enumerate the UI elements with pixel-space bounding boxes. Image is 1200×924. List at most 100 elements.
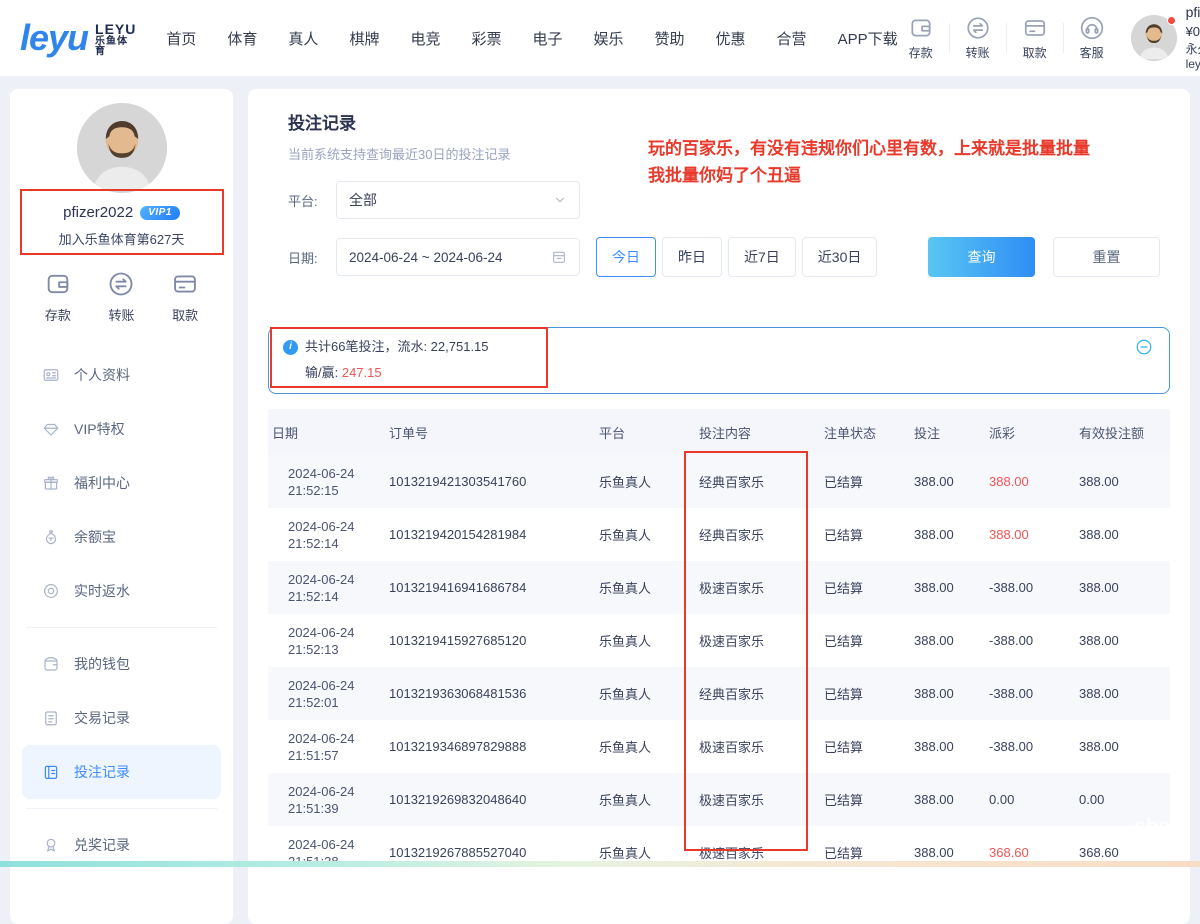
cell-bet-amount: 388.00 [910, 527, 985, 542]
sidebar-item-welfare[interactable]: 福利中心 [10, 456, 233, 510]
cell-platform: 乐鱼真人 [595, 472, 695, 491]
cell-status: 已结算 [820, 843, 910, 862]
cell-bet-amount: 388.00 [910, 739, 985, 754]
sidebar-item-wallet[interactable]: 我的钱包 [10, 637, 233, 691]
sidebar-transfer-button[interactable]: 转账 [107, 270, 135, 324]
sidebar-item-rebate[interactable]: 实时返水 [10, 564, 233, 618]
column-header: 投注 [910, 423, 985, 442]
wallet-icon [42, 655, 60, 673]
sidebar-menu: 个人资料 VIP特权 福利中心 余额宝 实时返水 我的钱包 [10, 348, 233, 872]
reset-button[interactable]: 重置 [1053, 237, 1160, 277]
cell-payout: -388.00 [985, 580, 1075, 595]
summary-total: 共计66笔投注，流水: 22,751.15 [305, 337, 489, 357]
quick-date-button[interactable]: 近7日 [728, 237, 796, 277]
nav-item[interactable]: 赞助 [655, 28, 685, 49]
top-quick-actions: 存款 转账 取款 客服 [898, 15, 1115, 61]
cell-valid-amount: 388.00 [1075, 474, 1170, 489]
cell-order-number: 1013219415927685120 [385, 633, 595, 648]
profile-vip-badge: VIP1 [140, 206, 180, 220]
nav-item[interactable]: 彩票 [471, 28, 501, 49]
cell-date: 2024-06-2421:52:01 [268, 677, 385, 711]
sidebar-item-vip[interactable]: VIP特权 [10, 402, 233, 456]
sidebar-deposit-button[interactable]: 存款 [44, 270, 72, 324]
gem-icon [42, 420, 60, 438]
username: pfizer2022 [1186, 4, 1200, 22]
withdraw-button[interactable]: 取款 [1012, 15, 1058, 61]
cell-payout: -388.00 [985, 633, 1075, 648]
cell-platform: 乐鱼真人 [595, 525, 695, 544]
nav-item[interactable]: 体育 [227, 28, 257, 49]
cell-date: 2024-06-2421:52:15 [268, 465, 385, 499]
logo-text: leyu [20, 20, 88, 56]
divider [26, 627, 217, 628]
nav-item[interactable]: 首页 [166, 28, 196, 49]
search-button[interactable]: 查询 [928, 237, 1035, 277]
nav-item[interactable]: 合营 [777, 28, 807, 49]
bottom-gradient-strip [0, 861, 1200, 867]
sidebar-withdraw-button[interactable]: 取款 [171, 270, 199, 324]
cell-payout: -388.00 [985, 686, 1075, 701]
platform-select[interactable]: 全部 [336, 181, 580, 219]
deposit-button[interactable]: 存款 [898, 15, 944, 61]
info-icon: i [283, 340, 298, 355]
chevron-down-icon [553, 193, 567, 207]
collapse-icon[interactable] [1135, 338, 1153, 356]
quick-date-button[interactable]: 今日 [596, 237, 656, 277]
quick-date-button[interactable]: 近30日 [802, 237, 878, 277]
join-days: 加入乐鱼体育第627天 [10, 229, 233, 248]
date-label: 日期: [288, 248, 336, 267]
nav-item[interactable]: 电竞 [410, 28, 440, 49]
quick-date-button[interactable]: 昨日 [662, 237, 722, 277]
logo-sub-en: LEYU [95, 22, 136, 37]
column-header: 注单状态 [820, 423, 910, 442]
nav-item[interactable]: 优惠 [716, 28, 746, 49]
cell-bet-amount: 388.00 [910, 792, 985, 807]
summary-box: i 共计66笔投注，流水: 22,751.15 输/赢: 247.15 [268, 327, 1170, 394]
sidebar-item-transactions[interactable]: 交易记录 [10, 691, 233, 745]
cell-bet-amount: 388.00 [910, 580, 985, 595]
cell-status: 已结算 [820, 684, 910, 703]
column-header: 平台 [595, 423, 695, 442]
nav-item[interactable]: APP下载 [838, 28, 898, 49]
cell-status: 已结算 [820, 578, 910, 597]
table-row: 2024-06-2421:52:01 1013219363068481536 乐… [268, 667, 1170, 720]
cell-date: 2024-06-2421:52:14 [268, 571, 385, 605]
cell-platform: 乐鱼真人 [595, 684, 695, 703]
cell-bet-content: 经典百家乐 [695, 684, 820, 703]
id-card-icon [42, 366, 60, 384]
cell-payout: 368.60 [985, 845, 1075, 860]
cell-platform: 乐鱼真人 [595, 631, 695, 650]
nav-item[interactable]: 真人 [288, 28, 318, 49]
winloss-label: 输/赢: [305, 365, 342, 380]
nav-item[interactable]: 棋牌 [349, 28, 379, 49]
cell-bet-content: 极速百家乐 [695, 737, 820, 756]
main-nav: 首页 体育 真人 棋牌 电竞 彩票 电子 娱乐 赞助 优惠 合营 APP下载 [166, 28, 897, 49]
cell-bet-content: 经典百家乐 [695, 525, 820, 544]
sidebar-item-profile[interactable]: 个人资料 [10, 348, 233, 402]
brand-logo[interactable]: leyu LEYU 乐鱼体育 [20, 18, 136, 58]
cell-status: 已结算 [820, 737, 910, 756]
nav-item[interactable]: 娱乐 [594, 28, 624, 49]
platform-label: 平台: [288, 191, 336, 210]
table-row: 2024-06-2421:51:39 1013219269832048640 乐… [268, 773, 1170, 826]
table-row: 2024-06-2421:52:13 1013219415927685120 乐… [268, 614, 1170, 667]
nav-item[interactable]: 电子 [532, 28, 562, 49]
profile-avatar [77, 103, 167, 193]
cell-status: 已结算 [820, 790, 910, 809]
profile-username: pfizer2022 [63, 204, 133, 221]
cell-order-number: 1013219346897829888 [385, 739, 595, 754]
cell-valid-amount: 0.00 [1075, 792, 1170, 807]
calendar-icon [551, 249, 567, 265]
user-panel[interactable]: pfizer2022 VIP1 ¥0.00 永久网址: leyu.com [1131, 4, 1200, 72]
deposit-icon [908, 15, 934, 41]
cell-date: 2024-06-2421:51:57 [268, 730, 385, 764]
sidebar-item-bet-records[interactable]: 投注记录 [22, 745, 221, 799]
bet-records-panel: 投注记录 当前系统支持查询最近30日的投注记录 平台: 全部 日期: 2024-… [248, 89, 1190, 924]
date-range-input[interactable]: 2024-06-24 ~ 2024-06-24 [336, 238, 580, 276]
cell-platform: 乐鱼真人 [595, 737, 695, 756]
cell-status: 已结算 [820, 525, 910, 544]
customer-service-button[interactable]: 客服 [1069, 15, 1115, 61]
transfer-button[interactable]: 转账 [955, 15, 1001, 61]
table-header: 日期订单号平台投注内容注单状态投注派彩有效投注额 [268, 409, 1170, 455]
sidebar-item-yuebao[interactable]: 余额宝 [10, 510, 233, 564]
